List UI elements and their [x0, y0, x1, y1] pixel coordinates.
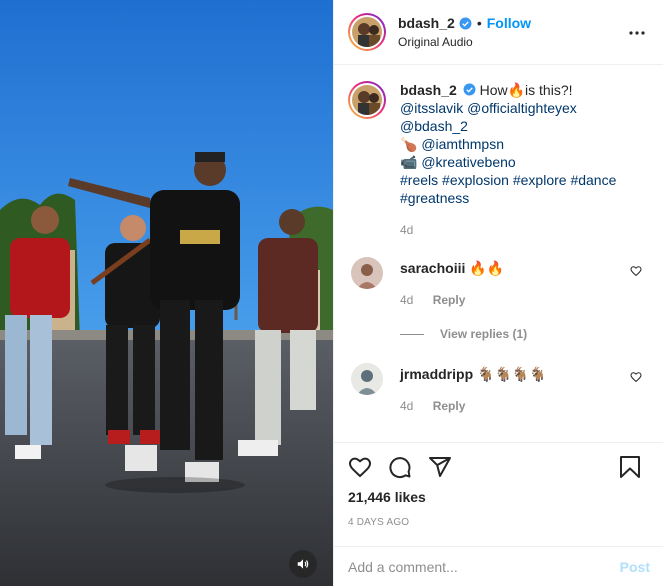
comment-icon [389, 457, 411, 479]
mention-link[interactable]: @itsslavik [400, 100, 463, 116]
mention-link[interactable]: @kreativebeno [421, 154, 515, 170]
reply-button[interactable]: Reply [433, 293, 466, 307]
actions-section: 21,446 likes 4 days ago [334, 443, 663, 528]
caption-text-prefix: How [479, 82, 508, 98]
share-button[interactable] [428, 447, 468, 487]
comment-time[interactable]: 4d [400, 293, 413, 307]
caption-username[interactable]: bdash_2 [400, 82, 457, 98]
audio-link[interactable]: Original Audio [398, 35, 531, 49]
verified-badge-icon [459, 17, 472, 29]
post-timestamp[interactable]: 4 days ago [348, 517, 649, 528]
likes-count[interactable]: 21,446 likes [348, 489, 649, 505]
more-horizontal-icon [629, 31, 645, 35]
post-panel: bdash_2 • Follow Original Audio bdash_2 … [333, 0, 663, 586]
comment-text: 🐐🐐🐐🐐 [477, 366, 547, 382]
caption: bdash_2 How🔥is this?! @itsslavik @offici… [348, 81, 649, 239]
fire-emoji: 🔥 [507, 82, 526, 98]
view-replies-label: View replies (1) [440, 327, 528, 341]
hashtag-link[interactable]: #reels [400, 172, 438, 188]
post-header: bdash_2 • Follow Original Audio [334, 0, 663, 65]
drumstick-emoji: 🍗 [400, 136, 418, 152]
more-options-button[interactable] [625, 21, 649, 45]
save-button[interactable] [619, 455, 641, 482]
like-comment-icon[interactable] [630, 371, 642, 383]
speaker-icon [297, 559, 309, 569]
hashtag-link[interactable]: #explosion [442, 172, 509, 188]
dot-separator: • [476, 15, 482, 31]
author-avatar[interactable] [348, 13, 386, 51]
comment-composer: Post [334, 546, 663, 586]
bookmark-icon [620, 456, 640, 478]
mention-link[interactable]: @bdash_2 [400, 118, 468, 134]
comment-item: jrmaddripp 🐐🐐🐐🐐 4d Reply [348, 363, 649, 415]
comment-time[interactable]: 4d [400, 399, 413, 413]
post-comment-button[interactable]: Post [620, 559, 650, 575]
reply-button[interactable]: Reply [433, 399, 466, 413]
video-frame [0, 0, 333, 586]
commenter-avatar[interactable] [351, 363, 383, 395]
action-bar [348, 443, 649, 491]
caption-avatar[interactable] [348, 81, 386, 119]
commenter-username[interactable]: sarachoiii [400, 260, 465, 276]
heart-icon [348, 457, 372, 478]
verified-badge-icon [463, 83, 476, 96]
follow-button[interactable]: Follow [487, 15, 531, 31]
share-icon [429, 457, 451, 477]
hashtag-link[interactable]: #dance [570, 172, 616, 188]
comment-input[interactable] [348, 558, 620, 575]
author-username[interactable]: bdash_2 [398, 15, 455, 31]
like-button[interactable] [348, 447, 388, 487]
caption-time[interactable]: 4d [400, 223, 413, 237]
hashtag-link[interactable]: #explore [513, 172, 567, 188]
commenter-avatar[interactable] [351, 257, 383, 289]
hashtag-link[interactable]: #greatness [400, 190, 469, 206]
comment-text: 🔥🔥 [469, 260, 505, 276]
view-replies-button[interactable]: View replies (1) [400, 327, 649, 341]
comment-button[interactable] [388, 447, 428, 487]
mention-link[interactable]: @iamthmpsn [421, 136, 504, 152]
video-player[interactable] [0, 0, 333, 586]
comment-item: sarachoiii 🔥🔥 4d Reply [348, 257, 649, 309]
commenter-username[interactable]: jrmaddripp [400, 366, 473, 382]
comments-section: bdash_2 How🔥is this?! @itsslavik @offici… [334, 65, 663, 443]
camera-emoji: 📹 [400, 154, 418, 170]
caption-text-suffix: is this?! [525, 82, 573, 98]
mention-link[interactable]: @officialtighteyex [467, 100, 577, 116]
mute-button[interactable] [289, 550, 317, 578]
like-comment-icon[interactable] [630, 265, 642, 277]
